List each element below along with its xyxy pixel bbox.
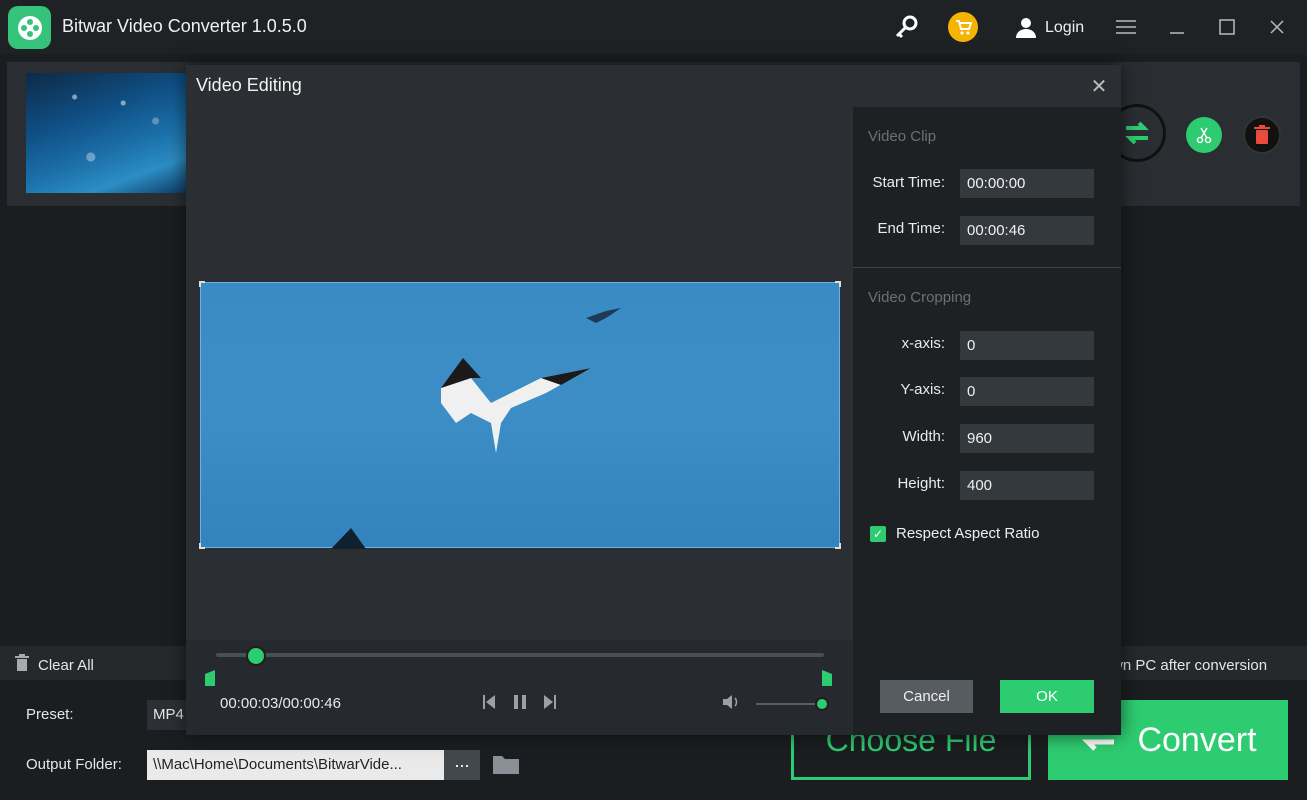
volume-knob[interactable] xyxy=(815,697,829,711)
folder-icon[interactable] xyxy=(492,752,520,781)
maximize-icon[interactable] xyxy=(1212,12,1242,42)
edit-settings-panel xyxy=(853,107,1121,735)
convert-label: Convert xyxy=(1137,720,1257,759)
y-axis-label: Y-axis: xyxy=(900,381,945,398)
user-icon[interactable] xyxy=(1011,12,1041,42)
x-axis-label: x-axis: xyxy=(901,335,945,352)
volume-track[interactable] xyxy=(756,703,822,705)
end-time-input[interactable]: 00:00:46 xyxy=(960,216,1094,245)
timeline-knob[interactable] xyxy=(245,646,266,666)
video-cropping-section-title: Video Cropping xyxy=(868,289,972,306)
app-logo-icon xyxy=(8,6,51,49)
video-frame[interactable] xyxy=(199,281,841,549)
clear-all-label: Clear All xyxy=(38,656,94,674)
preset-label: Preset: xyxy=(26,706,74,723)
trash-icon[interactable] xyxy=(1243,116,1281,154)
clear-all-button[interactable]: Clear All xyxy=(14,654,94,676)
step-back-icon[interactable] xyxy=(482,694,496,715)
width-label: Width: xyxy=(902,428,945,445)
player-controls: 00:00:03/00:00:46 xyxy=(186,640,853,735)
scissors-icon[interactable] xyxy=(1186,117,1222,153)
width-input[interactable]: 960 xyxy=(960,424,1094,453)
crop-handle-bottom-left[interactable] xyxy=(199,543,205,549)
dialog-close-icon[interactable]: ✕ xyxy=(1087,75,1111,99)
login-link[interactable]: Login xyxy=(1045,19,1084,37)
start-time-input[interactable]: 00:00:00 xyxy=(960,169,1094,198)
cancel-button[interactable]: Cancel xyxy=(880,680,973,713)
title-bar: Bitwar Video Converter 1.0.5.0 Login xyxy=(0,0,1307,54)
browse-button[interactable]: ... xyxy=(444,750,480,780)
output-folder-field[interactable]: \\Mac\Home\Documents\BitwarVide... xyxy=(147,750,444,780)
ok-button[interactable]: OK xyxy=(1000,680,1094,713)
time-readout: 00:00:03/00:00:46 xyxy=(220,695,341,712)
cart-icon[interactable] xyxy=(948,12,978,42)
minimize-icon[interactable] xyxy=(1162,12,1192,42)
section-divider xyxy=(853,267,1121,268)
timeline-track[interactable] xyxy=(216,653,824,657)
video-clip-section-title: Video Clip xyxy=(868,128,937,145)
y-axis-input[interactable]: 0 xyxy=(960,377,1094,406)
height-input[interactable]: 400 xyxy=(960,471,1094,500)
x-axis-input[interactable]: 0 xyxy=(960,331,1094,360)
dialog-title: Video Editing xyxy=(196,75,302,95)
start-time-label: Start Time: xyxy=(872,174,945,191)
crop-handle-bottom-right[interactable] xyxy=(835,543,841,549)
key-icon[interactable] xyxy=(891,12,921,42)
pause-icon[interactable] xyxy=(512,694,528,715)
video-thumbnail[interactable] xyxy=(26,73,188,193)
respect-aspect-ratio-label[interactable]: Respect Aspect Ratio xyxy=(896,525,1039,542)
output-folder-label: Output Folder: xyxy=(26,756,122,773)
video-preview-area xyxy=(186,107,853,640)
step-forward-icon[interactable] xyxy=(543,694,557,715)
respect-aspect-ratio-checkbox[interactable]: ✓ xyxy=(870,526,886,542)
video-editing-dialog: Video Editing ✕ 00:00:03/00:00:46 Video … xyxy=(186,65,1121,735)
app-title: Bitwar Video Converter 1.0.5.0 xyxy=(62,16,307,36)
crop-handle-top-left[interactable] xyxy=(199,281,205,287)
menu-icon[interactable] xyxy=(1111,12,1141,42)
close-window-icon[interactable] xyxy=(1262,12,1292,42)
bird-image xyxy=(331,308,621,549)
trash-small-icon xyxy=(14,654,30,676)
volume-icon[interactable] xyxy=(722,694,740,715)
crop-handle-top-right[interactable] xyxy=(835,281,841,287)
height-label: Height: xyxy=(897,475,945,492)
end-time-label: End Time: xyxy=(877,220,945,237)
shutdown-after-conversion-label[interactable]: wn PC after conversion xyxy=(1112,657,1267,674)
